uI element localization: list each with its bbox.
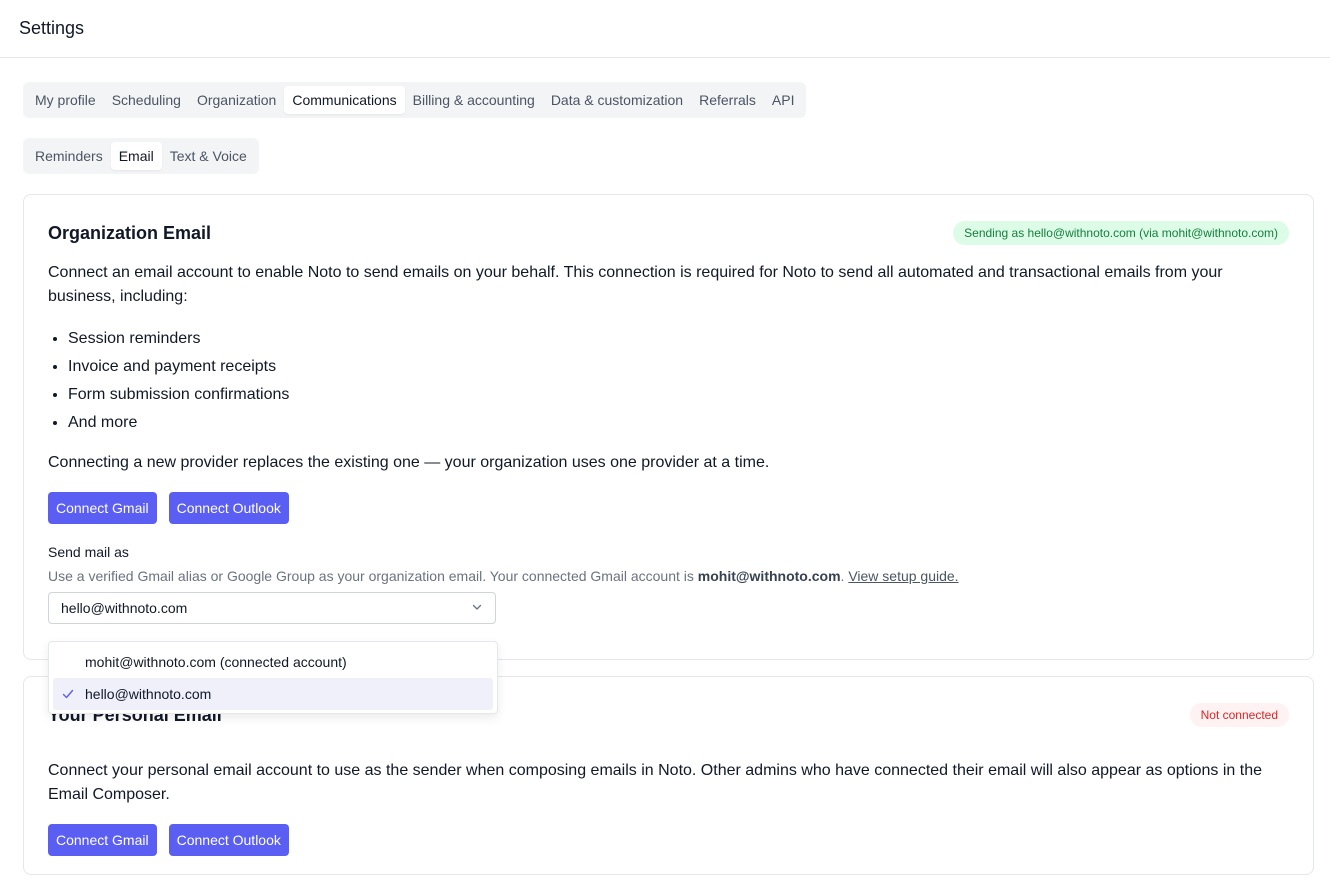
- tab-email[interactable]: Email: [110, 142, 162, 170]
- connected-account: mohit@withnoto.com: [697, 568, 841, 584]
- send-mail-as-select[interactable]: hello@withnoto.com: [48, 592, 496, 624]
- connect-gmail-button[interactable]: Connect Gmail: [48, 824, 157, 856]
- option-label: hello@withnoto.com: [85, 686, 212, 702]
- organization-email-description: Connect an email account to enable Noto …: [48, 264, 1223, 305]
- settings-content: My profile Scheduling Organization Commu…: [0, 58, 1330, 875]
- top-bar: Settings: [0, 0, 1330, 58]
- tab-reminders[interactable]: Reminders: [27, 142, 111, 170]
- connect-outlook-button[interactable]: Connect Outlook: [168, 824, 289, 856]
- selected-value: hello@withnoto.com: [61, 600, 188, 616]
- organization-email-card: Organization Email Sending as hello@with…: [23, 194, 1314, 660]
- list-item: Form submission confirmations: [68, 381, 1289, 409]
- status-badge: Sending as hello@withnoto.com (via mohit…: [953, 221, 1289, 245]
- connect-gmail-button[interactable]: Connect Gmail: [48, 492, 157, 524]
- send-mail-as-helper: Use a verified Gmail alias or Google Gro…: [48, 568, 1289, 584]
- helper-text: Use a verified Gmail alias or Google Gro…: [48, 568, 698, 584]
- check-icon: [61, 687, 75, 704]
- tab-billing-accounting[interactable]: Billing & accounting: [405, 86, 543, 114]
- send-mail-as-dropdown: mohit@withnoto.com (connected account) h…: [48, 641, 498, 714]
- tab-api[interactable]: API: [764, 86, 803, 114]
- personal-email-description: Connect your personal email account to u…: [48, 762, 1263, 803]
- list-item: And more: [68, 409, 1289, 437]
- list-item: Invoice and payment receipts: [68, 353, 1289, 381]
- page-title: Settings: [19, 18, 85, 38]
- tab-scheduling[interactable]: Scheduling: [104, 86, 189, 114]
- connect-outlook-button[interactable]: Connect Outlook: [168, 492, 289, 524]
- feature-list: Session reminders Invoice and payment re…: [48, 325, 1289, 437]
- list-item: Session reminders: [68, 325, 1289, 353]
- organization-email-header: Organization Email Sending as hello@with…: [48, 219, 1289, 247]
- sub-tab-bar: Reminders Email Text & Voice: [23, 138, 259, 174]
- tab-referrals[interactable]: Referrals: [691, 86, 764, 114]
- personal-connect-buttons: Connect Gmail Connect Outlook: [48, 824, 1289, 856]
- status-badge: Not connected: [1189, 703, 1289, 727]
- option-label: mohit@withnoto.com (connected account): [85, 654, 347, 670]
- tab-my-profile[interactable]: My profile: [27, 86, 104, 114]
- tab-communications[interactable]: Communications: [284, 86, 405, 114]
- chevron-down-icon: [471, 600, 483, 616]
- tab-organization[interactable]: Organization: [189, 86, 284, 114]
- org-connect-buttons: Connect Gmail Connect Outlook: [48, 492, 1289, 524]
- dropdown-option[interactable]: mohit@withnoto.com (connected account): [53, 646, 493, 678]
- view-setup-guide-link[interactable]: View setup guide.: [848, 568, 958, 584]
- main-tab-bar: My profile Scheduling Organization Commu…: [23, 82, 807, 118]
- provider-note: Connecting a new provider replaces the e…: [48, 454, 770, 471]
- dropdown-option-selected[interactable]: hello@withnoto.com: [53, 678, 493, 710]
- send-mail-as-label: Send mail as: [48, 544, 129, 560]
- tab-text-voice[interactable]: Text & Voice: [162, 142, 255, 170]
- organization-email-title: Organization Email: [48, 222, 212, 243]
- tab-data-customization[interactable]: Data & customization: [543, 86, 691, 114]
